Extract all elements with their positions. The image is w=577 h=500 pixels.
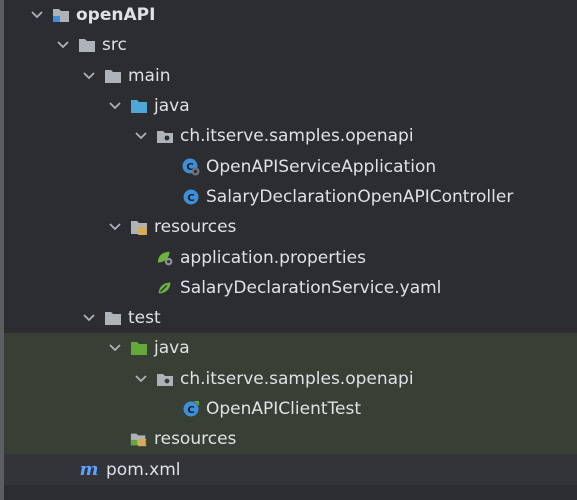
source-folder-icon: [130, 98, 148, 114]
folder-icon: [104, 68, 122, 84]
tree-node-main[interactable]: main: [4, 61, 577, 91]
tree-label: OpenAPIClientTest: [206, 399, 361, 419]
tree-label: openAPI: [76, 5, 156, 26]
folder-icon: [104, 310, 122, 326]
chevron-down-icon[interactable]: [134, 372, 148, 386]
tree-node-main-java[interactable]: java: [4, 91, 577, 121]
tree-node-service-application[interactable]: C OpenAPIServiceApplication: [4, 151, 577, 181]
tree-label: main: [128, 65, 171, 86]
tree-node-test-resources[interactable]: resources: [4, 424, 577, 455]
package-icon: [156, 371, 174, 387]
tree-label: resources: [154, 429, 237, 450]
tree-node-test-package[interactable]: ch.itserve.samples.openapi: [4, 363, 577, 394]
tree-node-openapi[interactable]: openAPI: [4, 0, 577, 30]
test-class-icon: C: [182, 401, 200, 417]
svg-text:C: C: [187, 193, 194, 204]
chevron-down-icon[interactable]: [108, 341, 122, 355]
tree-label: SalaryDeclarationOpenAPIController: [206, 186, 514, 207]
tree-label: ch.itserve.samples.openapi: [180, 126, 414, 147]
chevron-down-icon[interactable]: [30, 8, 44, 22]
chevron-down-icon[interactable]: [108, 99, 122, 113]
openapi-yaml-icon: [156, 280, 174, 296]
chevron-down-icon[interactable]: [108, 220, 122, 234]
tree-label: test: [128, 308, 161, 329]
tree-label: pom.xml: [106, 459, 181, 480]
test-source-folder-icon: [130, 340, 148, 356]
tree-label: java: [154, 96, 190, 117]
tree-node-controller[interactable]: C SalaryDeclarationOpenAPIController: [4, 182, 577, 212]
tree-node-application-properties[interactable]: application.properties: [4, 242, 577, 272]
spring-properties-icon: [156, 250, 174, 266]
project-tree: openAPI src main java ch.itserve.samples…: [0, 0, 577, 500]
package-icon: [156, 128, 174, 144]
module-folder-icon: [52, 7, 70, 23]
spring-class-icon: C: [182, 158, 200, 176]
tree-label: java: [154, 338, 190, 359]
resources-folder-icon: [130, 219, 148, 236]
chevron-down-icon[interactable]: [56, 38, 70, 52]
tree-node-test-java[interactable]: java: [4, 333, 577, 364]
tree-node-main-package[interactable]: ch.itserve.samples.openapi: [4, 121, 577, 151]
chevron-down-icon[interactable]: [82, 69, 96, 83]
tree-node-client-test[interactable]: C OpenAPIClientTest: [4, 393, 577, 425]
svg-text:C: C: [187, 405, 194, 416]
tree-node-service-yaml[interactable]: SalaryDeclarationService.yaml: [4, 273, 577, 303]
tree-node-resources[interactable]: resources: [4, 212, 577, 242]
tree-node-test[interactable]: test: [4, 303, 577, 333]
tree-label: application.properties: [180, 247, 366, 268]
tree-label: resources: [154, 217, 237, 238]
tree-node-src[interactable]: src: [4, 30, 577, 60]
maven-icon: m: [79, 459, 99, 481]
tree-label: ch.itserve.samples.openapi: [180, 368, 414, 389]
test-resources-folder-icon: [130, 431, 148, 447]
folder-icon: [78, 37, 96, 53]
chevron-down-icon[interactable]: [82, 311, 96, 325]
tree-label: OpenAPIServiceApplication: [206, 156, 437, 177]
tree-node-pom[interactable]: m pom.xml: [4, 454, 577, 485]
chevron-down-icon[interactable]: [134, 129, 148, 143]
class-icon: C: [182, 189, 200, 205]
tree-label: src: [102, 35, 127, 56]
tree-label: SalaryDeclarationService.yaml: [180, 277, 442, 298]
